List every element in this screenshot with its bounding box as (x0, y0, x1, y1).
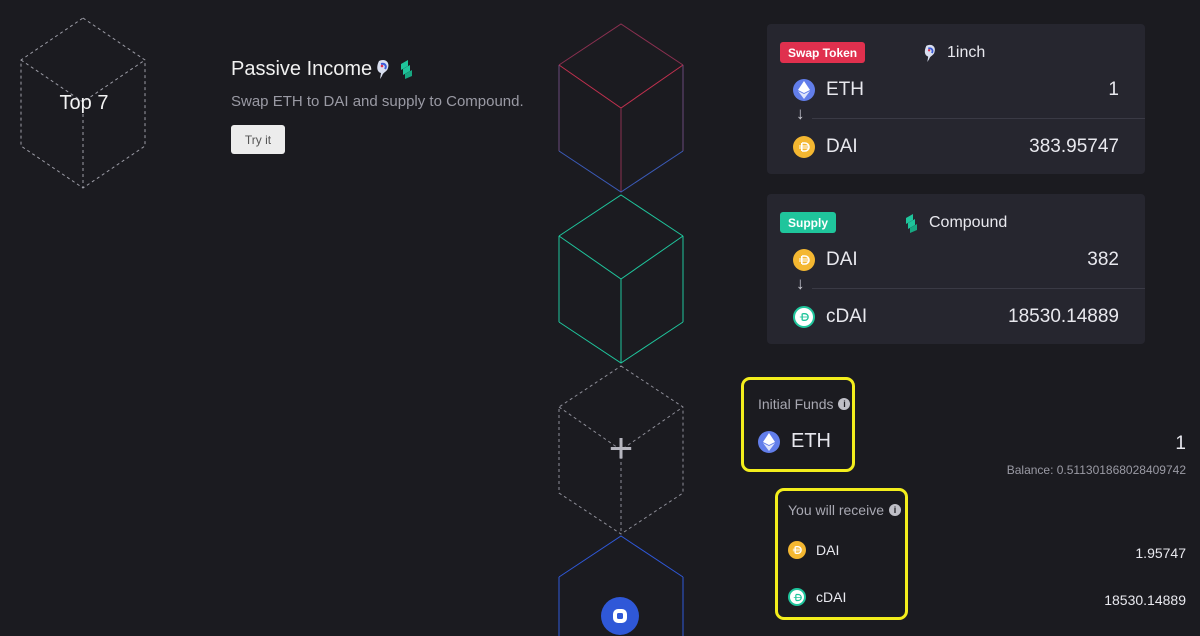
bottom-step-icon (601, 597, 639, 635)
arrow-down-icon: ↓ (796, 274, 805, 293)
receive-amount-dai: 1.95747 (1135, 545, 1186, 561)
token-amount: 383.95747 (1029, 136, 1119, 157)
initial-funds-highlight (741, 377, 855, 472)
add-step-button[interactable]: + (604, 424, 638, 472)
supply-from-row: DAI 382 (793, 245, 1119, 275)
initial-funds-label-text: Initial Funds (758, 396, 834, 412)
receive-label-text: You will receive (788, 502, 884, 518)
compound-icon (401, 60, 412, 79)
token-symbol: ETH (826, 79, 864, 100)
eth-icon (793, 79, 815, 101)
supply-badge: Supply (780, 212, 837, 233)
balance-text: Balance: 0.511301868028409742 (1006, 463, 1186, 477)
token-symbol: cDAI (816, 589, 847, 605)
supply-protocol: Compound (903, 212, 1007, 234)
strategy-title: Passive Income (231, 58, 373, 80)
protocol-name: 1inch (947, 44, 986, 61)
token-amount: 1 (1108, 79, 1119, 100)
supply-cube-outline (558, 194, 684, 364)
cdai-icon (788, 588, 806, 606)
eth-icon (758, 430, 780, 453)
protocol-name: Compound (929, 214, 1008, 231)
token-amount: 18530.14889 (1008, 306, 1119, 327)
token-symbol: ETH (791, 430, 831, 452)
token-symbol: cDAI (826, 306, 868, 327)
try-it-button[interactable]: Try it (231, 125, 285, 154)
1inch-icon (924, 44, 935, 62)
token-symbol: DAI (816, 542, 840, 558)
compound-icon (906, 214, 917, 233)
initial-funds-amount-input[interactable]: 1 (1175, 433, 1186, 455)
info-icon[interactable]: i (838, 398, 851, 410)
dai-icon (793, 136, 815, 158)
token-symbol: DAI (826, 249, 858, 270)
initial-funds-label: Initial Funds i (758, 396, 851, 412)
1inch-icon (377, 59, 389, 79)
swap-protocol: 1inch (921, 42, 985, 64)
initial-funds-token-select[interactable]: ETH (758, 430, 831, 453)
receive-label: You will receive i (788, 502, 901, 518)
swap-to-row: DAI 383.95747 (793, 132, 1119, 162)
dai-icon (788, 541, 806, 559)
token-amount: 382 (1087, 249, 1119, 270)
strategy-description: Swap ETH to DAI and supply to Compound. (231, 93, 524, 110)
dai-icon (793, 249, 815, 271)
top7-label[interactable]: Top 7 (18, 92, 150, 115)
receive-item-dai: DAI (788, 541, 839, 559)
strategy-protocol-icons (373, 58, 415, 80)
arrow-down-icon: ↓ (796, 104, 805, 123)
supply-to-row: cDAI 18530.14889 (793, 302, 1119, 332)
supply-card[interactable]: Supply Compound DAI 382 ↓ cDAI 18530.148… (767, 194, 1145, 344)
divider (812, 288, 1145, 289)
receive-item-cdai: cDAI (788, 588, 846, 606)
info-icon[interactable]: i (888, 504, 901, 516)
token-symbol: DAI (826, 136, 858, 157)
receive-amount-cdai: 18530.14889 (1104, 592, 1186, 608)
swap-token-card[interactable]: Swap Token 1inch ETH 1 ↓ DAI 383.95747 (767, 24, 1145, 174)
divider (812, 118, 1145, 119)
swap-from-row: ETH 1 (793, 75, 1119, 105)
cdai-icon (793, 306, 815, 328)
swap-token-badge: Swap Token (780, 42, 866, 63)
swap-cube-outline (558, 23, 684, 193)
